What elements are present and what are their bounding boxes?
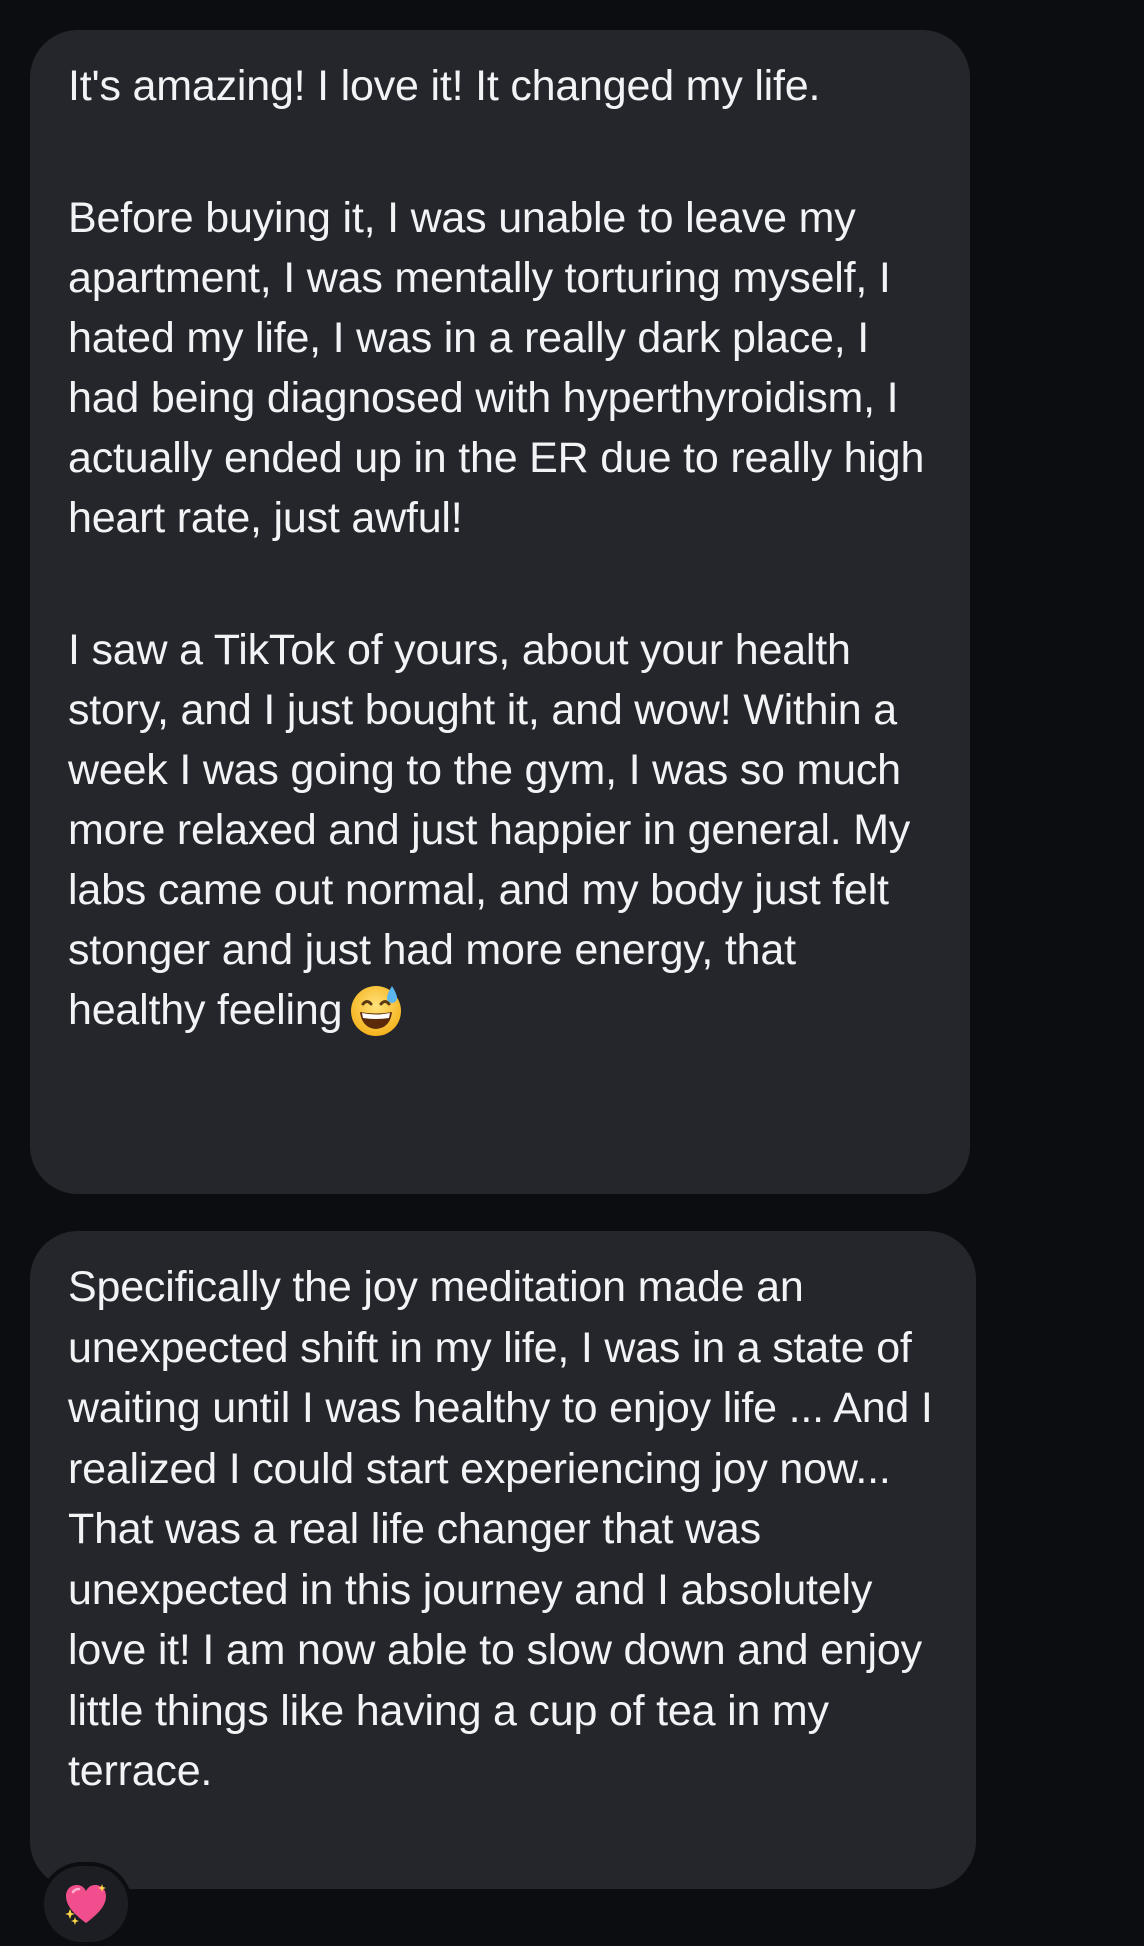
message-thread: It's amazing! I love it! It changed my l… (0, 0, 1144, 1946)
message-paragraph: Specifically the joy meditation made an … (68, 1263, 933, 1795)
message-paragraph: It's amazing! I love it! It changed my l… (68, 62, 821, 110)
message-paragraph: I saw a TikTok of yours, about your heal… (68, 620, 932, 1040)
grinning-face-with-sweat-icon (348, 982, 404, 1038)
message-paragraph-text: I saw a TikTok of yours, about your heal… (68, 626, 911, 1034)
message-bubble[interactable]: Specifically the joy meditation made an … (30, 1231, 976, 1889)
message-bubble[interactable]: It's amazing! I love it! It changed my l… (30, 30, 970, 1194)
reaction-badge[interactable] (40, 1862, 132, 1946)
message-paragraph: Before buying it, I was unable to leave … (68, 194, 925, 542)
sparkling-heart-icon (65, 1884, 106, 1925)
